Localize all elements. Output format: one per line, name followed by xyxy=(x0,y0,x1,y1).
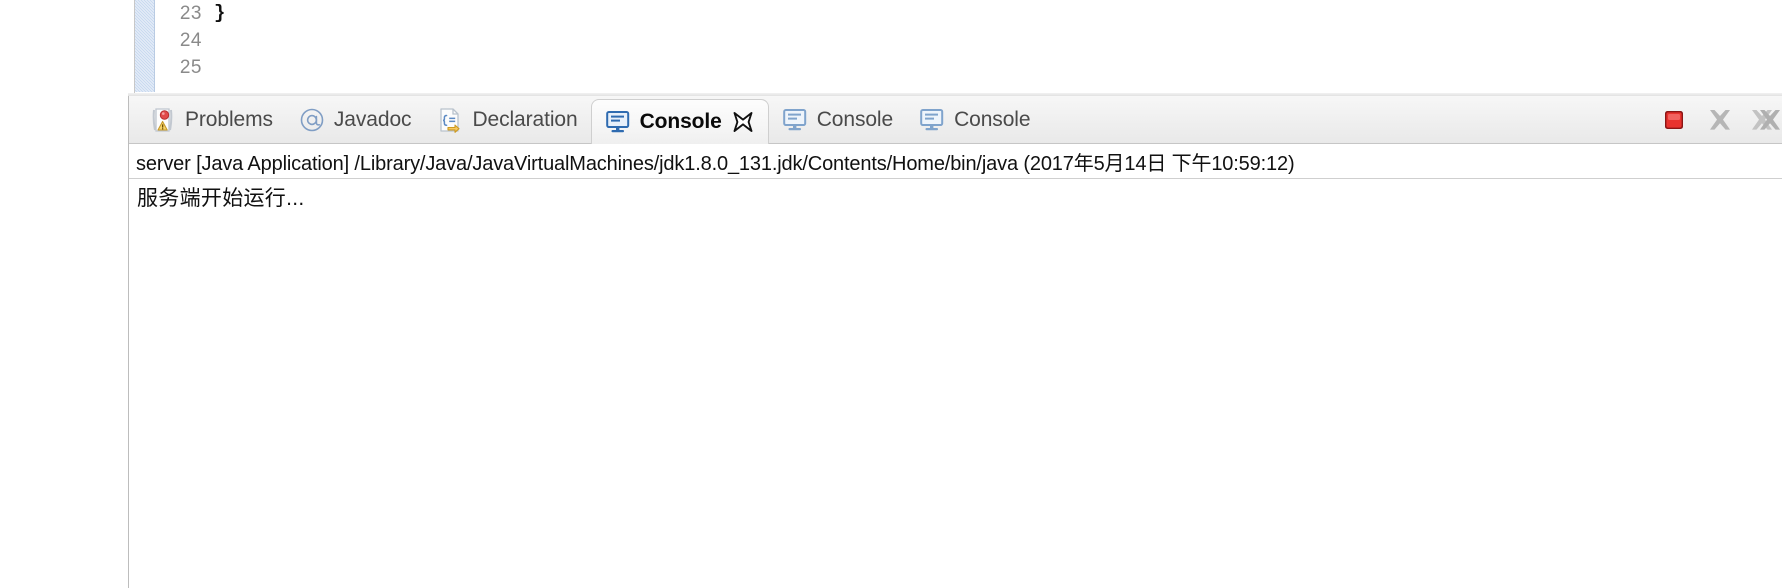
console-icon xyxy=(605,110,631,134)
declaration-icon xyxy=(437,107,463,133)
tab-problems[interactable]: Problems xyxy=(137,96,286,144)
console-output-area[interactable]: 服务端开始运行... xyxy=(130,179,1782,588)
code-line: } xyxy=(214,2,226,24)
console-icon xyxy=(919,108,945,132)
editor-folding-margin[interactable] xyxy=(135,0,155,92)
console-output-line: 服务端开始运行... xyxy=(137,187,305,210)
editor-frame xyxy=(134,0,1782,94)
line-number: 24 xyxy=(179,30,202,51)
tab-label: Console xyxy=(954,108,1031,131)
tab-declaration[interactable]: Declaration xyxy=(424,96,590,144)
remove-all-launches-button[interactable] xyxy=(1750,104,1782,136)
bottom-view-panel: Problems Javadoc Declaration Console Con… xyxy=(128,96,1782,588)
view-tab-bar: Problems Javadoc Declaration Console Con… xyxy=(129,96,1782,144)
tab-label: Console xyxy=(639,110,722,133)
editor-code-content[interactable]: } xyxy=(214,0,225,81)
line-number: 25 xyxy=(179,57,202,78)
console-icon xyxy=(782,108,808,132)
view-toolbar xyxy=(1658,96,1782,144)
tab-label: Problems xyxy=(185,108,273,131)
tab-console-2[interactable]: Console xyxy=(769,96,906,144)
problems-icon xyxy=(150,106,176,134)
javadoc-at-icon xyxy=(299,107,325,133)
eclipse-ide-window: 23 24 25 } Problems Javadoc Declaration … xyxy=(0,0,1782,588)
line-number: 23 xyxy=(179,3,202,24)
tab-label: Declaration xyxy=(472,108,578,131)
console-launch-status-line: server [Java Application] /Library/Java/… xyxy=(129,144,1782,179)
tab-label: Javadoc xyxy=(333,108,412,131)
tab-javadoc[interactable]: Javadoc xyxy=(286,96,425,144)
tab-label: Console xyxy=(816,108,894,131)
close-x-icon[interactable] xyxy=(731,110,755,134)
terminate-button[interactable] xyxy=(1658,104,1690,136)
tab-console-3[interactable]: Console xyxy=(906,96,1043,144)
tab-console-active[interactable]: Console xyxy=(590,99,769,144)
editor-line-number-ruler: 23 24 25 xyxy=(156,0,202,81)
remove-launch-button[interactable] xyxy=(1704,104,1736,136)
editor-area: 23 24 25 } xyxy=(0,0,1782,96)
